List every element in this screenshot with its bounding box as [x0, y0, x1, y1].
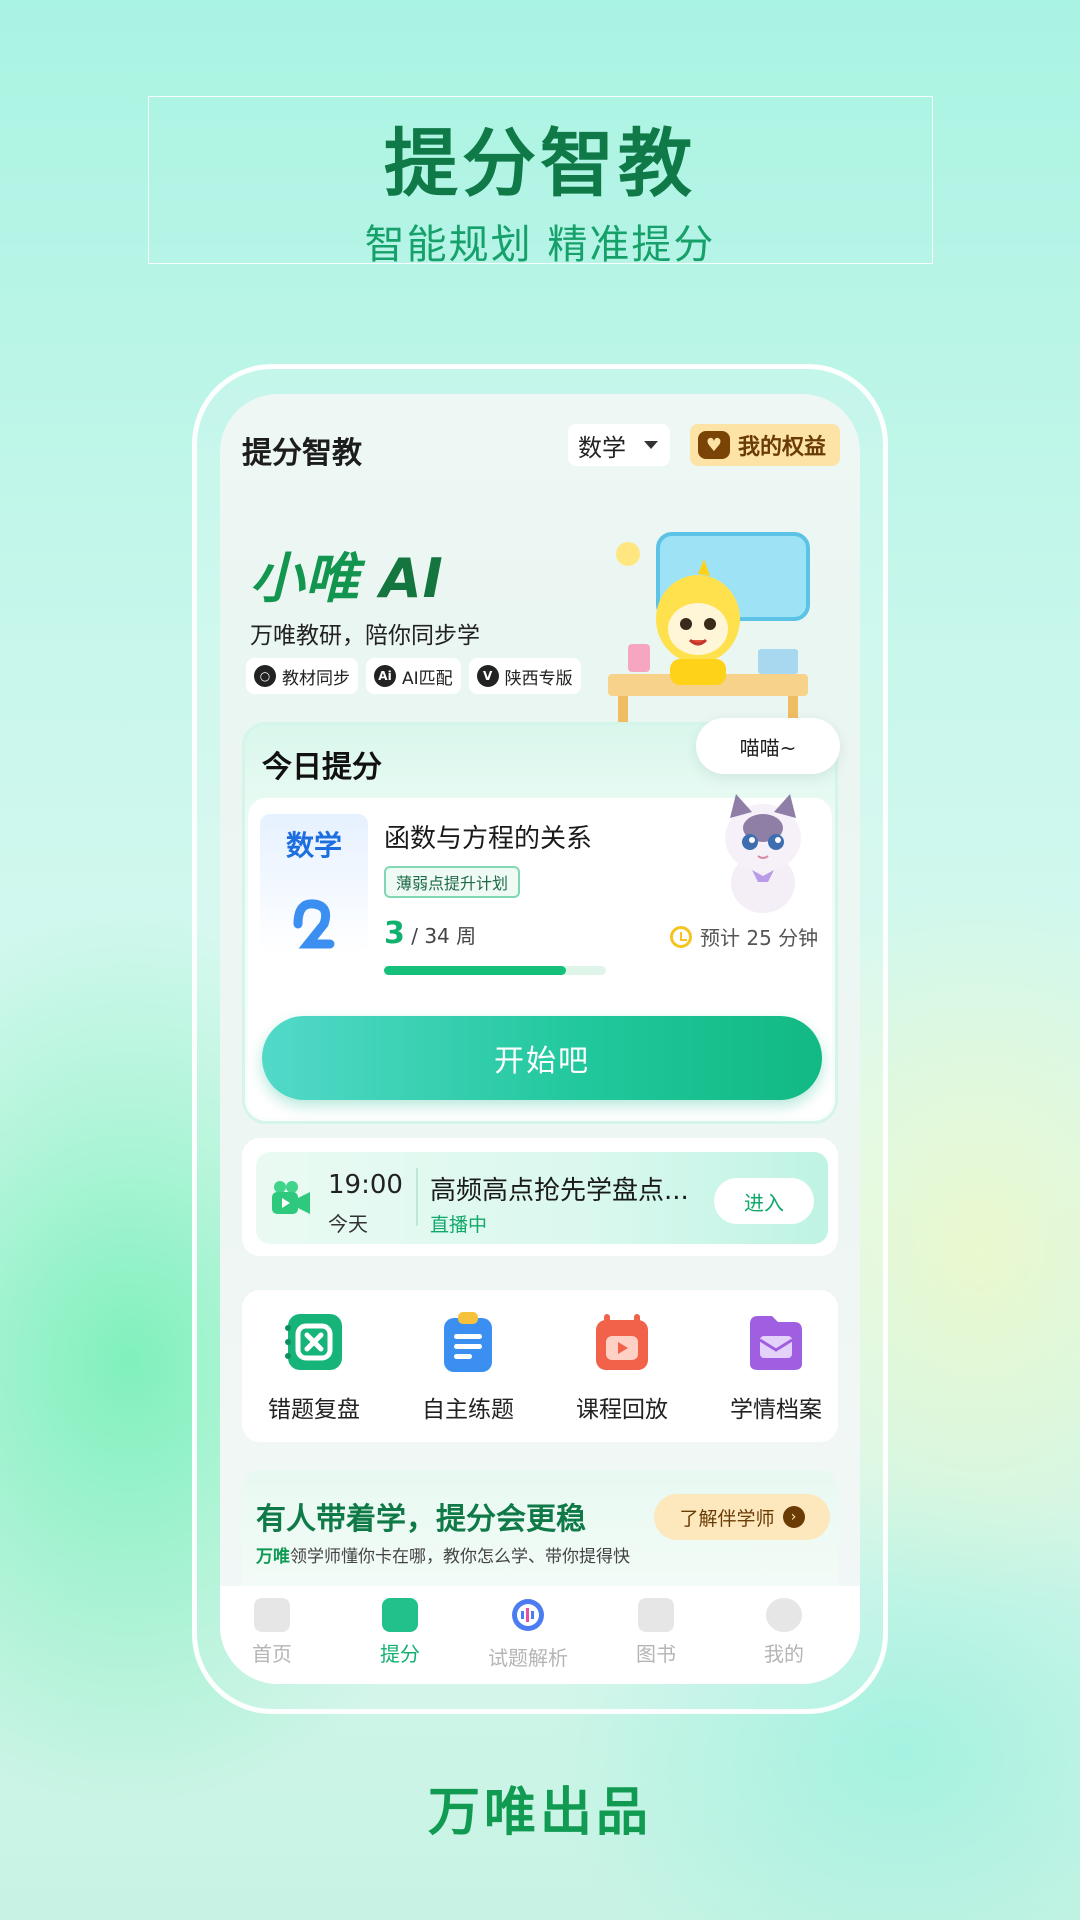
sync-icon: ○ [254, 665, 276, 687]
practice-icon [444, 1312, 492, 1372]
feature-tag-label: 陕西专版 [504, 668, 573, 689]
week-progress: 3 / 34 周 [384, 916, 476, 951]
feature-tag-label: AI匹配 [402, 668, 453, 689]
learn-tutor-label: 了解伴学师 [679, 1507, 775, 1530]
cover-subject-label: 数学 [285, 829, 342, 862]
feature-tag: Ai AI匹配 [366, 658, 461, 694]
action-label: 课程回放 [576, 1397, 668, 1423]
nav-label: 我的 [764, 1642, 804, 1666]
ai-brand-title: 小唯 AI [250, 534, 444, 613]
ai-title-suffix: AI [379, 547, 444, 610]
tutor-brand: 万唯 [256, 1547, 290, 1567]
tutor-subtitle: 万唯领学师懂你卡在哪，教你怎么学、带你提得快 [256, 1542, 630, 1567]
caret-down-icon [644, 441, 658, 449]
nav-label: 试题解析 [488, 1646, 568, 1670]
subject-select[interactable]: 数学 [568, 424, 670, 466]
chevron-right-icon: › [782, 1506, 805, 1528]
nav-analysis[interactable]: 试题解析 [468, 1598, 588, 1671]
enter-live-button[interactable]: 进入 [714, 1178, 814, 1224]
action-archive[interactable]: 学情档案 [716, 1310, 836, 1424]
score-icon [382, 1598, 418, 1632]
mistake-review-icon [285, 1314, 342, 1370]
live-day: 今天 [328, 1212, 368, 1236]
today-title: 今日提分 [262, 750, 382, 785]
cat-mascot [725, 794, 801, 913]
start-button[interactable]: 开始吧 [262, 1016, 822, 1100]
divider [416, 1168, 418, 1226]
home-icon [254, 1598, 290, 1632]
v-badge-icon: V [476, 665, 499, 687]
live-status: 直播中 [430, 1214, 488, 1236]
learn-tutor-button[interactable]: 了解伴学师 › [654, 1494, 830, 1540]
estimated-time-label: 预计 25 分钟 [700, 926, 819, 950]
heart-icon: ♥ [698, 431, 730, 459]
nav-books[interactable]: 图书 [596, 1598, 716, 1667]
feature-tags: ○ 教材同步 Ai AI匹配 V 陕西专版 [246, 658, 581, 694]
week-progress-current: 3 [384, 916, 405, 951]
footer-brand: 万唯出品 [427, 1783, 652, 1843]
week-progress-total: / 34 周 [404, 924, 477, 948]
profile-icon [766, 1598, 802, 1632]
action-label: 错题复盘 [268, 1397, 360, 1423]
action-replay[interactable]: 课程回放 [562, 1310, 682, 1424]
ai-badge-icon: Ai [374, 665, 396, 687]
lesson-title: 函数与方程的关系 [384, 824, 593, 854]
nav-home[interactable]: 首页 [220, 1598, 332, 1667]
ai-title-prefix: 小唯 [250, 547, 360, 610]
live-time: 19:00 [328, 1170, 403, 1200]
nav-label: 首页 [252, 1642, 292, 1666]
analysis-icon [512, 1599, 544, 1631]
nav-profile[interactable]: 我的 [724, 1598, 844, 1667]
hero-subtitle: 万唯教研，陪你同步学 [250, 623, 480, 649]
app-title: 提分智教 [242, 436, 362, 471]
replay-icon [596, 1314, 648, 1370]
app-screen: 提分智教 数学 ♥ 我的权益 小唯 AI 万唯教研，陪你同步学 ○ 教材同步 A… [220, 394, 860, 1684]
books-icon [638, 1598, 674, 1632]
my-benefits-button[interactable]: ♥ 我的权益 [690, 424, 840, 466]
clock-icon [670, 925, 692, 948]
subject-select-value: 数学 [578, 433, 626, 462]
feature-tag: ○ 教材同步 [246, 658, 358, 694]
nav-label: 图书 [636, 1642, 676, 1666]
tutor-title: 有人带着学，提分会更稳 [256, 1502, 586, 1537]
tutor-subtitle-text: 领学师懂你卡在哪，教你怎么学、带你提得快 [290, 1547, 630, 1567]
progress-fill [384, 966, 566, 975]
math-glyph-icon [293, 899, 335, 949]
archive-icon [750, 1316, 802, 1370]
video-camera-icon [272, 1181, 310, 1214]
promo-title: 提分智教 [384, 121, 696, 207]
action-label: 自主练题 [422, 1397, 514, 1423]
nav-label: 提分 [380, 1642, 420, 1666]
promo-subtitle: 智能规划 精准提分 [364, 222, 716, 268]
estimated-time: 预计 25 分钟 [670, 922, 818, 951]
live-title: 高频高点抢先学盘点... [430, 1176, 689, 1206]
speech-bubble: 喵喵~ [696, 718, 840, 774]
my-benefits-label: 我的权益 [738, 435, 827, 460]
feature-tag: V 陕西专版 [468, 658, 581, 694]
plan-tag: 薄弱点提升计划 [384, 866, 521, 898]
action-mistake-review[interactable]: 错题复盘 [254, 1310, 374, 1424]
nav-score[interactable]: 提分 [340, 1598, 460, 1667]
action-label: 学情档案 [730, 1397, 822, 1423]
feature-tag-label: 教材同步 [282, 668, 350, 689]
action-practice[interactable]: 自主练题 [408, 1310, 528, 1424]
mascot-illustration [608, 532, 810, 724]
